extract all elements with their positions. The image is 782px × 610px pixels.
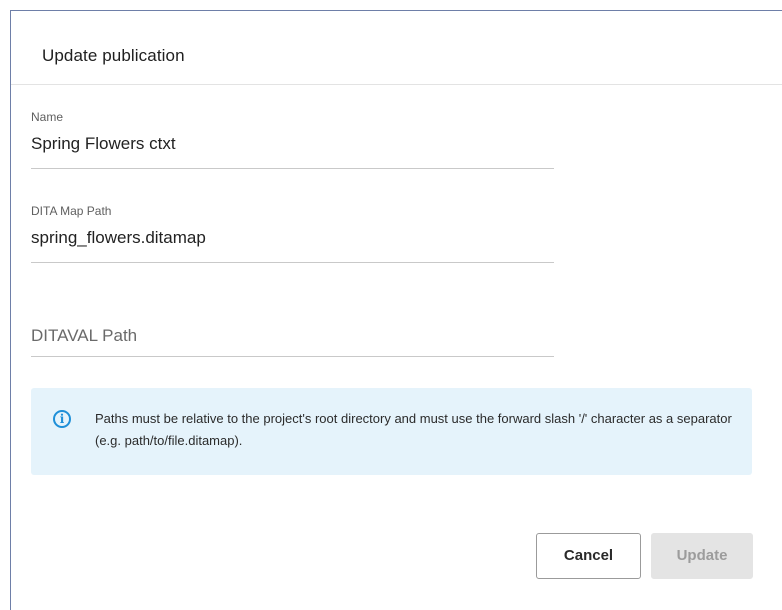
dialog-header: Update publication — [11, 11, 782, 85]
dita-map-path-input[interactable]: spring_flowers.ditamap — [31, 228, 206, 248]
name-field[interactable]: Name Spring Flowers ctxt — [31, 106, 554, 169]
dialog-title: Update publication — [42, 46, 185, 65]
info-icon: i — [53, 410, 71, 428]
info-text: Paths must be relative to the project's … — [95, 411, 732, 448]
dita-map-path-label: DITA Map Path — [31, 204, 112, 218]
name-label: Name — [31, 110, 64, 124]
info-notice: i Paths must be relative to the project'… — [31, 388, 752, 475]
cancel-button[interactable]: Cancel — [536, 533, 641, 579]
update-button[interactable]: Update — [651, 533, 753, 579]
dita-map-path-field[interactable]: DITA Map Path spring_flowers.ditamap — [31, 200, 554, 263]
ditaval-path-input[interactable]: DITAVAL Path — [31, 326, 137, 346]
ditaval-path-field[interactable]: DITAVAL Path — [31, 300, 554, 357]
name-input[interactable]: Spring Flowers ctxt — [31, 134, 176, 154]
